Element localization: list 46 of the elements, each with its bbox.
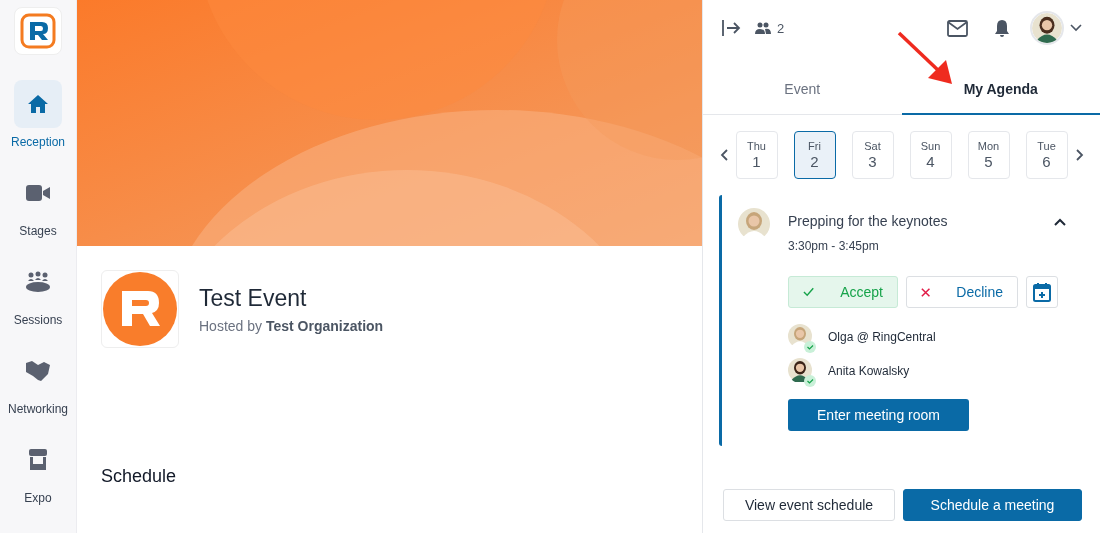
- attendee-avatar: [788, 358, 812, 382]
- collapse-panel-icon[interactable]: [721, 19, 741, 37]
- meeting-title: Prepping for the keynotes: [788, 213, 948, 230]
- sidebar-item[interactable]: Sessions: [13, 258, 63, 347]
- avatar-figure: [1032, 13, 1062, 43]
- sidebar-item[interactable]: Expo: [14, 436, 62, 525]
- chevron-down-icon[interactable]: [1070, 24, 1082, 32]
- check-icon: [803, 287, 815, 297]
- mail-icon[interactable]: [947, 19, 968, 37]
- next-icon[interactable]: [1075, 149, 1084, 161]
- sidebar-item[interactable]: Stages: [14, 169, 62, 258]
- meeting-time: 3:30pm - 3:45pm: [788, 239, 880, 253]
- attendee-count: 2: [777, 20, 785, 36]
- schedule-meeting-button[interactable]: Schedule a meeting: [903, 489, 1082, 521]
- day-button[interactable]: Tue 6: [1025, 131, 1068, 179]
- close-icon: [921, 286, 931, 298]
- previous-icon[interactable]: [719, 149, 728, 161]
- sidebar-item[interactable]: Networking: [8, 347, 68, 436]
- day-button[interactable]: Thu 1: [735, 131, 778, 179]
- day-button[interactable]: Sun 4: [909, 131, 952, 179]
- event-title: Test Event: [199, 284, 308, 312]
- attendee-avatar: [788, 324, 812, 348]
- group-icon: [25, 271, 51, 293]
- sidebar-item[interactable]: Reception: [10, 80, 65, 169]
- decline-button[interactable]: Decline: [906, 276, 1018, 308]
- app-logo[interactable]: [14, 7, 62, 55]
- day-button[interactable]: Fri 2: [793, 131, 836, 179]
- user-avatar[interactable]: [1030, 11, 1064, 45]
- enter-meeting-button[interactable]: Enter meeting room: [788, 399, 969, 431]
- section-heading: Schedule: [101, 466, 178, 487]
- booth-icon: [27, 449, 49, 471]
- video-camera-icon: [26, 184, 50, 202]
- attendee-name: Anita Kowalsky: [828, 364, 910, 378]
- bell-icon[interactable]: [994, 18, 1010, 38]
- people-icon: [755, 22, 771, 34]
- tab[interactable]: Event: [703, 64, 902, 115]
- calendar-add-icon: [1033, 282, 1051, 302]
- host-line: Hosted by Test Organization: [199, 317, 384, 334]
- view-schedule-button[interactable]: View event schedule: [723, 489, 895, 521]
- day-button[interactable]: Mon 5: [967, 131, 1010, 179]
- home-icon: [27, 94, 49, 114]
- attendee-name: Olga @ RingCentral: [828, 330, 936, 344]
- organizer-avatar: [738, 208, 770, 240]
- add-to-calendar-button[interactable]: [1026, 276, 1058, 308]
- pointer-arrow: [896, 30, 954, 86]
- day-button[interactable]: Sat 3: [851, 131, 894, 179]
